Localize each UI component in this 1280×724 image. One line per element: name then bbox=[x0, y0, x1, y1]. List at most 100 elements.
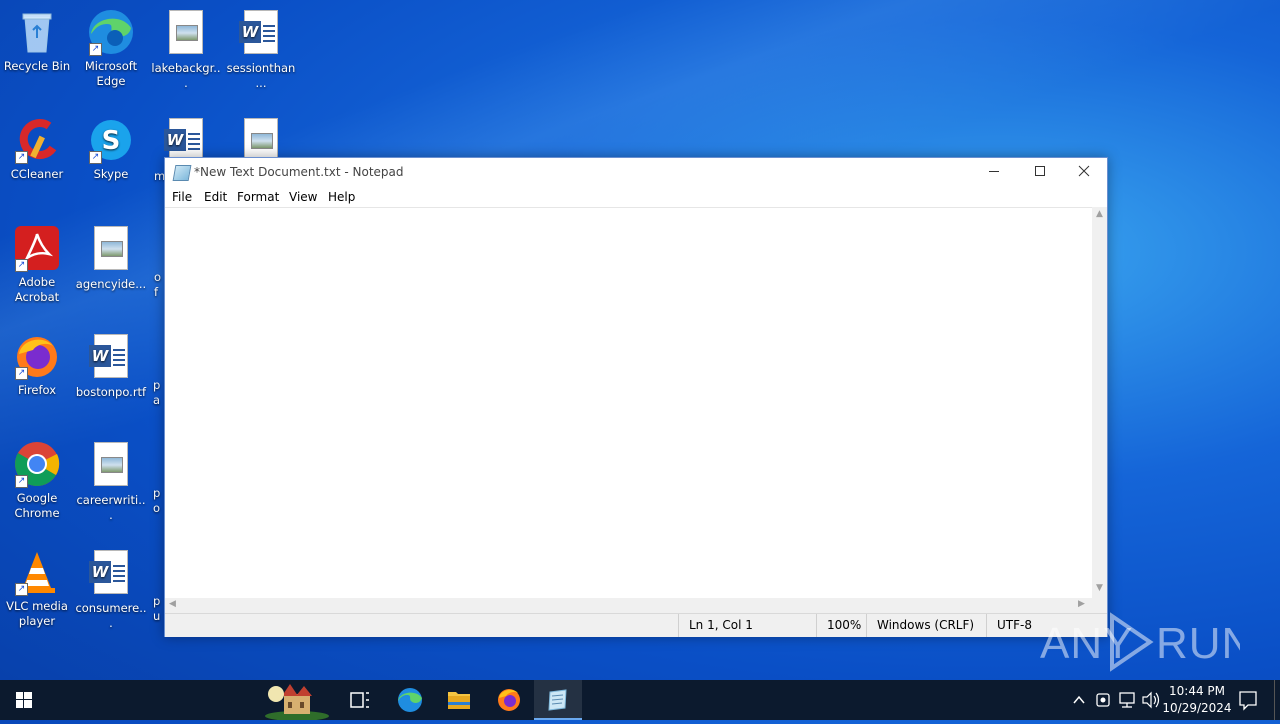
show-desktop-button[interactable] bbox=[1274, 680, 1280, 720]
tray-network[interactable] bbox=[1116, 680, 1138, 720]
clock-time: 10:44 PM bbox=[1169, 684, 1225, 698]
desktop-icon-label: agencyide... bbox=[75, 277, 147, 291]
scrollbar-corner bbox=[1092, 598, 1107, 613]
vertical-scrollbar[interactable]: ▲ ▼ bbox=[1092, 207, 1107, 598]
desktop-icon-label: CCleaner bbox=[10, 167, 64, 181]
taskbar: 10:44 PM 10/29/2024 bbox=[0, 680, 1280, 721]
window-title: *New Text Document.txt - Notepad bbox=[194, 165, 404, 179]
desktop-icon-sessionthan[interactable]: W sessionthan... bbox=[225, 8, 297, 91]
firefox-icon bbox=[498, 689, 520, 711]
desktop-icon-firefox[interactable]: ↗ Firefox bbox=[1, 332, 73, 398]
image-file-icon bbox=[87, 226, 135, 274]
desktop-icon-google-chrome[interactable]: ↗ Google Chrome bbox=[1, 440, 73, 521]
title-bar[interactable]: *New Text Document.txt - Notepad bbox=[165, 158, 1107, 188]
chevron-up-icon bbox=[1073, 695, 1085, 704]
maximize-button[interactable] bbox=[1017, 158, 1063, 188]
desktop-icon-agencyide[interactable]: agencyide... bbox=[75, 224, 147, 292]
taskbar-clock[interactable]: 10:44 PM 10/29/2024 bbox=[1160, 683, 1234, 717]
notepad-icon bbox=[548, 689, 567, 711]
menu-view[interactable]: View bbox=[289, 190, 317, 204]
status-zoom: 100% bbox=[816, 614, 866, 637]
menu-bar: File Edit Format View Help bbox=[165, 188, 1107, 208]
desktop-icon-label: bostonpo.rtf bbox=[75, 385, 147, 399]
close-button[interactable] bbox=[1061, 158, 1107, 188]
svg-text:S: S bbox=[102, 126, 121, 156]
desktop-icon-po[interactable]: po bbox=[150, 486, 164, 516]
status-line-ending: Windows (CRLF) bbox=[866, 614, 986, 637]
desktop-icon-of[interactable]: of bbox=[150, 270, 164, 300]
shortcut-arrow-icon: ↗ bbox=[15, 583, 28, 596]
skype-icon: S ↗ bbox=[87, 116, 135, 164]
taskbar-file-explorer[interactable] bbox=[435, 680, 483, 720]
taskbar-edge[interactable] bbox=[386, 680, 434, 720]
desktop-icon-label: po bbox=[153, 486, 161, 515]
minimize-icon bbox=[989, 171, 999, 172]
desktop-icon-vlc[interactable]: ↗ VLC media player bbox=[1, 548, 73, 629]
desktop-icon-skype[interactable]: S ↗ Skype bbox=[75, 116, 147, 182]
chrome-icon: ↗ bbox=[13, 440, 61, 488]
notepad-app-icon bbox=[172, 165, 192, 181]
search-highlight-button[interactable] bbox=[262, 680, 332, 721]
menu-file[interactable]: File bbox=[172, 190, 192, 204]
shortcut-arrow-icon: ↗ bbox=[89, 151, 102, 164]
desktop-icon-label: careerwriti... bbox=[76, 493, 146, 522]
scroll-up-arrow-icon[interactable]: ▲ bbox=[1096, 209, 1103, 219]
text-editor-area[interactable] bbox=[165, 207, 1092, 599]
menu-edit[interactable]: Edit bbox=[204, 190, 227, 204]
word-file-icon: W bbox=[87, 334, 135, 382]
image-file-icon bbox=[87, 442, 135, 490]
menu-format[interactable]: Format bbox=[237, 190, 279, 204]
start-button[interactable] bbox=[0, 680, 48, 720]
maximize-icon bbox=[1035, 166, 1045, 176]
desktop-icon-label: Firefox bbox=[17, 383, 57, 397]
tray-meet-now[interactable] bbox=[1093, 680, 1113, 720]
tray-chevron-button[interactable] bbox=[1070, 680, 1088, 720]
clock-date: 10/29/2024 bbox=[1162, 701, 1232, 715]
desktop-icon-label: Google Chrome bbox=[14, 491, 60, 520]
notification-icon bbox=[1239, 691, 1257, 711]
meet-now-icon bbox=[1096, 693, 1110, 707]
desktop-icon-careerwriti[interactable]: careerwriti... bbox=[75, 440, 147, 523]
desktop-icon-label: of bbox=[154, 270, 162, 299]
desktop-icon-label: Recycle Bin bbox=[3, 59, 71, 73]
desktop-icon-microsoft-edge[interactable]: ↗ Microsoft Edge bbox=[75, 8, 147, 89]
desktop-icon-adobe-acrobat[interactable]: ↗ Adobe Acrobat bbox=[1, 224, 73, 305]
desktop-icon-label: sessionthan... bbox=[226, 61, 296, 90]
scroll-right-arrow-icon[interactable]: ▶ bbox=[1078, 599, 1085, 609]
shortcut-arrow-icon: ↗ bbox=[15, 475, 28, 488]
desktop-icon-pu[interactable]: pu bbox=[150, 594, 164, 624]
network-icon bbox=[1119, 692, 1135, 708]
desktop-icon-pa[interactable]: pa bbox=[150, 378, 164, 408]
task-view-button[interactable] bbox=[336, 680, 384, 720]
minimize-button[interactable] bbox=[971, 158, 1017, 188]
tray-volume[interactable] bbox=[1140, 680, 1162, 720]
scroll-left-arrow-icon[interactable]: ◀ bbox=[169, 599, 176, 609]
desktop-icon-label: consumere... bbox=[75, 601, 147, 630]
desktop-icon-label: Skype bbox=[93, 167, 129, 181]
shortcut-arrow-icon: ↗ bbox=[15, 367, 28, 380]
desktop-icon-lakebackgr[interactable]: lakebackgr... bbox=[150, 8, 222, 91]
firefox-icon: ↗ bbox=[13, 332, 61, 380]
action-center-button[interactable] bbox=[1234, 680, 1262, 720]
desktop-icon-bostonpo[interactable]: W bostonpo.rtf bbox=[75, 332, 147, 400]
recycle-bin-icon bbox=[13, 8, 61, 56]
adobe-acrobat-icon: ↗ bbox=[13, 224, 61, 272]
desktop-icon-label: VLC media player bbox=[6, 599, 68, 628]
status-cursor-position: Ln 1, Col 1 bbox=[678, 614, 818, 637]
desktop-icon-consumere[interactable]: W consumere... bbox=[75, 548, 147, 631]
word-file-icon: W bbox=[237, 10, 285, 58]
watermark-text-right: RUN bbox=[1156, 619, 1240, 668]
desktop-icon-ccleaner[interactable]: ↗ CCleaner bbox=[1, 116, 73, 182]
taskbar-notepad[interactable] bbox=[534, 680, 582, 720]
notepad-window[interactable]: *New Text Document.txt - Notepad File Ed… bbox=[164, 157, 1108, 637]
scroll-down-arrow-icon[interactable]: ▼ bbox=[1096, 583, 1103, 593]
menu-help[interactable]: Help bbox=[328, 190, 355, 204]
status-bar: Ln 1, Col 1 100% Windows (CRLF) UTF-8 bbox=[165, 613, 1107, 637]
horizontal-scrollbar[interactable]: ◀ ▶ bbox=[165, 598, 1092, 613]
desktop-icon-recycle-bin[interactable]: Recycle Bin bbox=[1, 8, 73, 74]
edge-icon bbox=[398, 688, 422, 712]
volume-icon bbox=[1142, 691, 1160, 709]
castle-illustration-icon bbox=[265, 684, 329, 721]
task-view-icon bbox=[350, 692, 369, 708]
taskbar-firefox[interactable] bbox=[485, 680, 533, 720]
